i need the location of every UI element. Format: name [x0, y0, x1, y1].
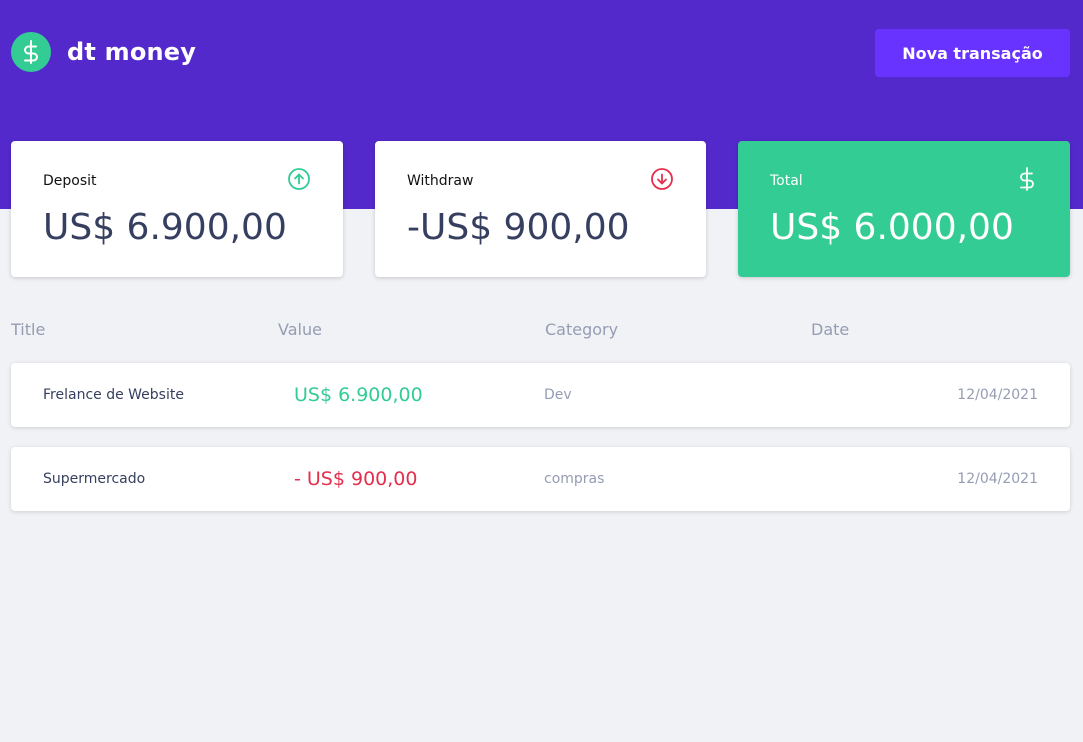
- total-value: US$ 6.000,00: [770, 207, 1014, 248]
- transaction-category: compras: [544, 471, 605, 487]
- column-title: Title: [11, 320, 46, 339]
- logo: dt money: [11, 32, 196, 72]
- transaction-title: Supermercado: [43, 471, 146, 487]
- deposit-label: Deposit: [43, 173, 97, 189]
- total-label: Total: [770, 173, 803, 189]
- app-name: dt money: [67, 38, 197, 66]
- transaction-category: Dev: [544, 387, 572, 403]
- arrow-up-circle-icon: [287, 167, 311, 195]
- withdraw-value: -US$ 900,00: [407, 207, 630, 248]
- withdraw-label: Withdraw: [407, 173, 474, 189]
- deposit-value: US$ 6.900,00: [43, 207, 287, 248]
- withdraw-card: Withdraw -US$ 900,00: [375, 141, 706, 277]
- transaction-date: 12/04/2021: [957, 471, 1038, 487]
- transaction-date: 12/04/2021: [957, 387, 1038, 403]
- new-transaction-button[interactable]: Nova transação: [875, 29, 1070, 77]
- table-row: Supermercado - US$ 900,00 compras 12/04/…: [11, 447, 1070, 511]
- deposit-card: Deposit US$ 6.900,00: [11, 141, 343, 277]
- transaction-value: - US$ 900,00: [294, 468, 418, 490]
- total-card: Total US$ 6.000,00: [738, 141, 1070, 277]
- column-category: Category: [545, 320, 619, 339]
- transaction-value: US$ 6.900,00: [294, 384, 423, 406]
- column-value: Value: [278, 320, 322, 339]
- dollar-icon: [1016, 166, 1038, 196]
- transactions-table-header: Title Value Category Date: [11, 320, 1070, 344]
- table-row: Frelance de Website US$ 6.900,00 Dev 12/…: [11, 363, 1070, 427]
- arrow-down-circle-icon: [650, 167, 674, 195]
- dollar-logo-icon: [11, 32, 51, 72]
- transaction-title: Frelance de Website: [43, 387, 184, 403]
- column-date: Date: [811, 320, 850, 339]
